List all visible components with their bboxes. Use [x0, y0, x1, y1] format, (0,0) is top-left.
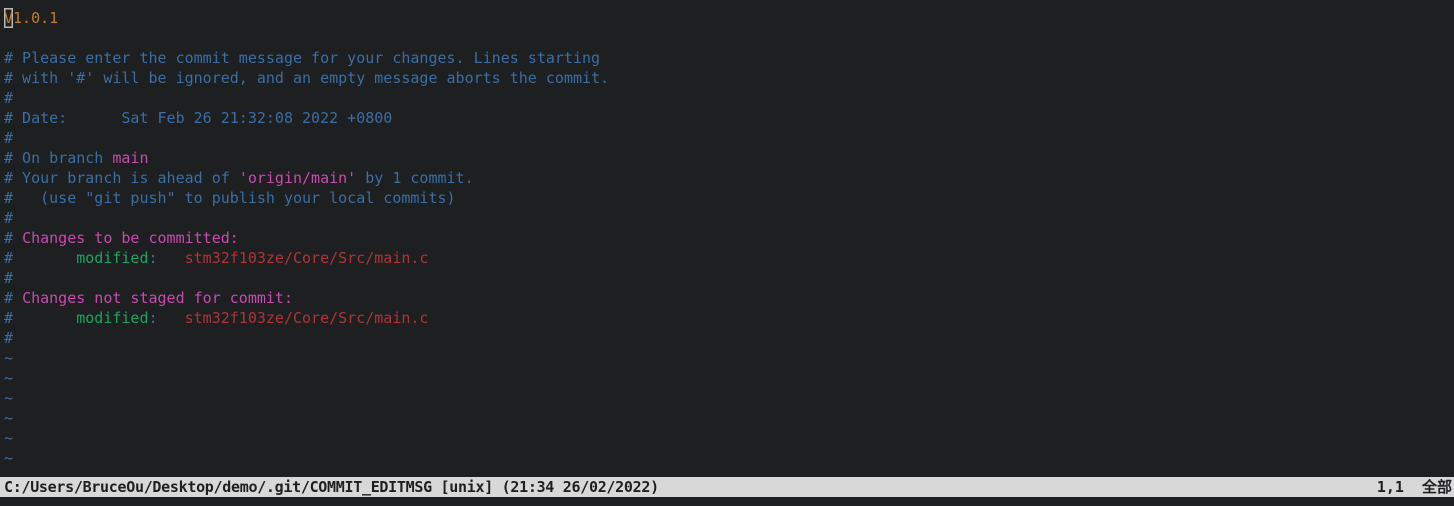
- buffer-line-staged-header[interactable]: # Changes to be committed:: [4, 228, 1450, 248]
- buffer-line-date[interactable]: # Date: Sat Feb 26 21:32:08 2022 +0800: [4, 108, 1450, 128]
- buffer-line-hash-2[interactable]: #: [4, 128, 1450, 148]
- text-cursor[interactable]: V: [4, 8, 13, 28]
- status-bar-position-info: 1,1 全部: [1376, 477, 1454, 497]
- tilde-marker-3: ~: [4, 389, 14, 407]
- hash-comment-3: #: [4, 209, 14, 227]
- date-spacer: [67, 109, 121, 127]
- scroll-percent-text: 全部: [1421, 478, 1452, 496]
- buffer-line-hash-3[interactable]: #: [4, 208, 1450, 228]
- status-bar-gap: [1404, 478, 1422, 496]
- tilde-marker-1: ~: [4, 349, 14, 367]
- remote-branch-name: 'origin/main': [238, 169, 357, 187]
- hash-comment-1: #: [4, 89, 14, 107]
- date-label: # Date:: [4, 109, 68, 127]
- unstaged-modified-colon: :: [148, 309, 158, 327]
- staged-header-hash: #: [4, 229, 23, 247]
- on-branch-prefix: # On branch: [4, 149, 113, 167]
- hash-comment-5: #: [4, 329, 14, 347]
- hash-comment-4: #: [4, 269, 14, 287]
- help-comment-line-2: # with '#' will be ignored, and an empty…: [4, 69, 610, 87]
- unstaged-file-indent: #: [4, 309, 77, 327]
- hash-comment-2: #: [4, 129, 14, 147]
- staged-modified-colon: :: [148, 249, 158, 267]
- command-line-area[interactable]: [0, 497, 1454, 506]
- filler-line-6: ~: [4, 448, 1450, 468]
- buffer-line-help-1[interactable]: # Please enter the commit message for yo…: [4, 48, 1450, 68]
- staged-file-path: stm32f103ze/Core/Src/main.c: [184, 249, 429, 267]
- unstaged-file-path: stm32f103ze/Core/Src/main.c: [184, 309, 429, 327]
- help-comment-line-1: # Please enter the commit message for yo…: [4, 49, 601, 67]
- commit-subject-text: 1.0.1: [13, 9, 59, 27]
- unstaged-header-text: Changes not staged for commit:: [22, 289, 293, 307]
- filler-line-1: ~: [4, 348, 1450, 368]
- filler-line-2: ~: [4, 368, 1450, 388]
- staged-modified-label: modified: [76, 249, 149, 267]
- branch-name: main: [112, 149, 149, 167]
- buffer-line-on-branch[interactable]: # On branch main: [4, 148, 1450, 168]
- unstaged-file-gap: [158, 309, 185, 327]
- status-bar-filler: [662, 477, 1377, 497]
- buffer-line-commit-subject[interactable]: V1.0.1: [4, 8, 1450, 28]
- filler-line-3: ~: [4, 388, 1450, 408]
- filler-line-5: ~: [4, 428, 1450, 448]
- staged-file-gap: [158, 249, 185, 267]
- status-bar-file-info: C:/Users/BruceOu/Desktop/demo/.git/COMMI…: [0, 477, 663, 497]
- buffer-line-hash-4[interactable]: #: [4, 268, 1450, 288]
- text-buffer[interactable]: V1.0.1 # Please enter the commit message…: [0, 8, 1454, 477]
- tilde-marker-6: ~: [4, 449, 14, 467]
- buffer-line-hash-1[interactable]: #: [4, 88, 1450, 108]
- buffer-line-unstaged-header[interactable]: # Changes not staged for commit:: [4, 288, 1450, 308]
- buffer-line-ahead[interactable]: # Your branch is ahead of 'origin/main' …: [4, 168, 1450, 188]
- ahead-prefix: # Your branch is ahead of: [4, 169, 239, 187]
- push-hint-text: # (use "git push" to publish your local …: [4, 189, 456, 207]
- cursor-position-text: 1,1: [1376, 478, 1404, 496]
- buffer-line-help-2[interactable]: # with '#' will be ignored, and an empty…: [4, 68, 1450, 88]
- tilde-marker-2: ~: [4, 369, 14, 387]
- vim-editor-window[interactable]: V1.0.1 # Please enter the commit message…: [0, 0, 1454, 506]
- status-bar: C:/Users/BruceOu/Desktop/demo/.git/COMMI…: [0, 477, 1454, 497]
- ahead-suffix: by 1 commit.: [356, 169, 474, 187]
- buffer-line-hash-5[interactable]: #: [4, 328, 1450, 348]
- buffer-line-staged-file[interactable]: # modified: stm32f103ze/Core/Src/main.c: [4, 248, 1450, 268]
- buffer-line-blank-1[interactable]: [4, 28, 1450, 48]
- buffer-line-push-hint[interactable]: # (use "git push" to publish your local …: [4, 188, 1450, 208]
- tilde-marker-4: ~: [4, 409, 14, 427]
- filler-line-4: ~: [4, 408, 1450, 428]
- tilde-marker-5: ~: [4, 429, 14, 447]
- buffer-line-unstaged-file[interactable]: # modified: stm32f103ze/Core/Src/main.c: [4, 308, 1450, 328]
- staged-file-indent: #: [4, 249, 77, 267]
- unstaged-header-hash: #: [4, 289, 23, 307]
- staged-header-text: Changes to be committed:: [22, 229, 239, 247]
- date-value: Sat Feb 26 21:32:08 2022 +0800: [121, 109, 393, 127]
- unstaged-modified-label: modified: [76, 309, 149, 327]
